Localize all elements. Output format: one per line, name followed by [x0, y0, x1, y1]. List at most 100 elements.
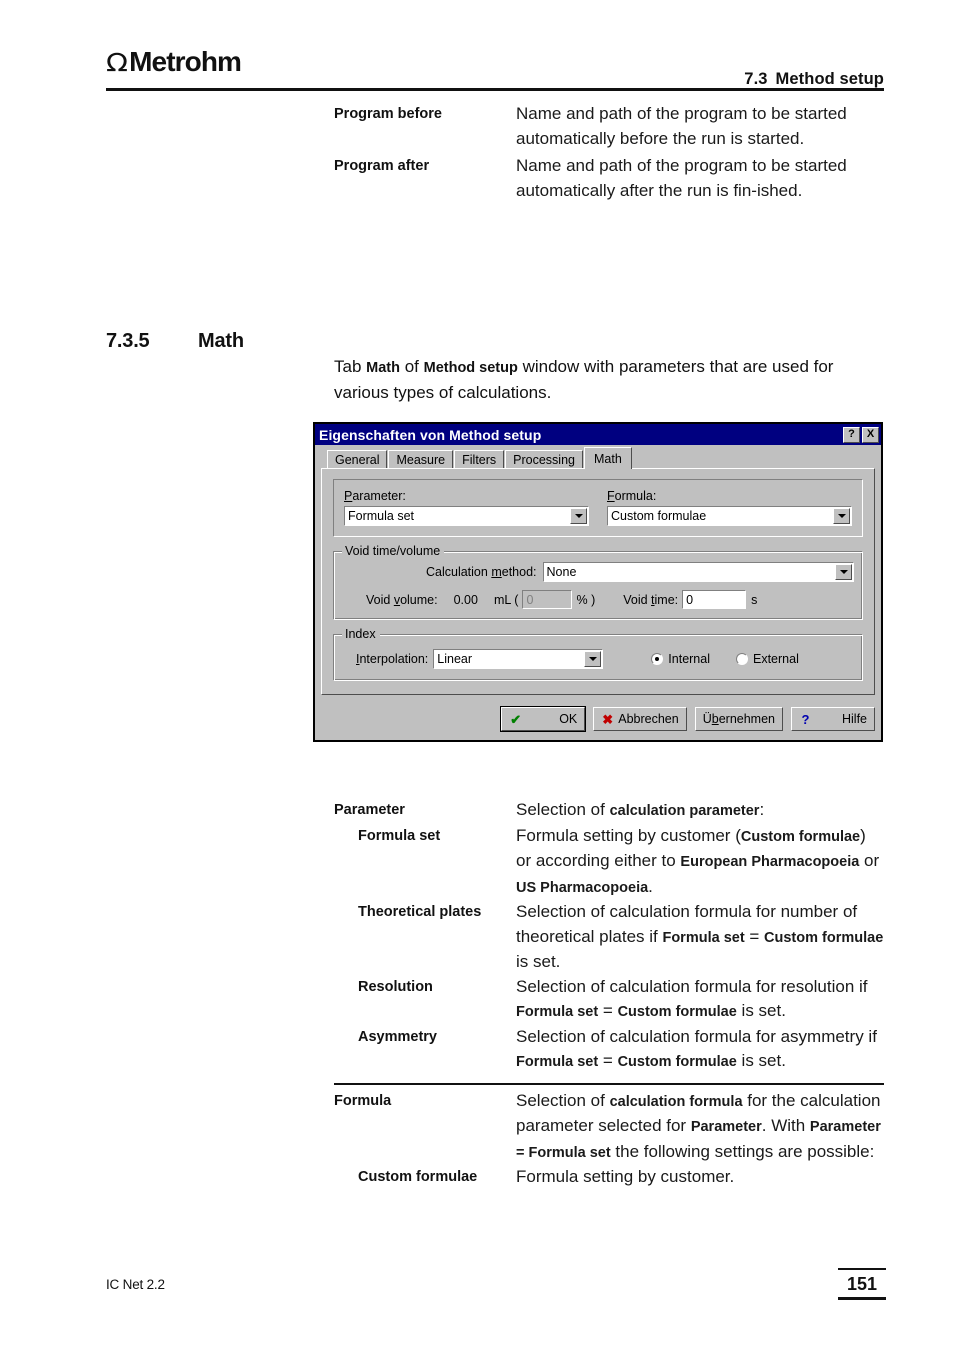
description-text: or [859, 851, 880, 870]
radio-external-indicator[interactable] [736, 653, 748, 665]
section-intro-paragraph: Tab Math of Method setup window with par… [334, 355, 884, 405]
definition-row: Formula set Formula setting by customer (… [334, 824, 884, 901]
running-head: 7.3 Method setup [744, 70, 884, 89]
help-button-label: Hilfe [841, 712, 867, 726]
help-button[interactable]: ? Hilfe [791, 707, 875, 731]
definition-description: Name and path of the program to be start… [516, 156, 847, 200]
radio-external[interactable]: External [736, 652, 799, 666]
cancel-button-label: Abbrechen [618, 712, 679, 726]
definition-row: Theoretical plates Selection of calculati… [334, 900, 884, 975]
index-group-legend: Index [342, 627, 380, 641]
close-icon[interactable]: X [862, 426, 879, 443]
chevron-down-icon[interactable] [835, 564, 852, 580]
void-time-label-b: ime: [654, 592, 679, 607]
page-number-rule-top [838, 1268, 886, 1270]
radio-internal-indicator[interactable] [651, 653, 664, 665]
description-emphasis: Custom formulae [740, 828, 861, 845]
description-text: Selection of [516, 800, 610, 819]
page-number-block: 151 [838, 1268, 886, 1300]
table-divider [334, 1082, 884, 1085]
question-icon: ? [801, 711, 810, 727]
check-icon: ✔ [510, 711, 522, 727]
intro-emphasis-math: Math [366, 360, 400, 376]
definition-description: Selection of calculation formula for num… [516, 900, 884, 975]
definition-description: Selection of calculation formula for the… [516, 1089, 884, 1166]
program-definitions: Program before Name and path of the prog… [334, 102, 884, 203]
definition-term: Formula [334, 1092, 392, 1109]
parameter-label-text: arameter: [352, 489, 406, 503]
definition-description: Formula setting by customer (Custom form… [516, 824, 884, 901]
formula-label-text: ormula: [614, 489, 657, 503]
definition-term: Parameter [334, 802, 405, 818]
parameter-combobox[interactable]: Formula set [344, 506, 589, 526]
description-emphasis: Formula set [516, 1054, 599, 1070]
chevron-down-icon[interactable] [833, 508, 850, 524]
void-volume-label-b: olume: [400, 592, 438, 607]
description-text: Formula setting by customer. [516, 1167, 735, 1186]
apply-label-a: Ü [702, 712, 712, 726]
tab-math[interactable]: Math [584, 447, 632, 469]
section-title: Math [198, 330, 244, 352]
apply-button-label: Übernehmen [703, 712, 775, 726]
metrohm-logo: Ω Metrohm [106, 46, 242, 77]
calc-method-label-b: ethod: [501, 565, 537, 579]
dialog-button-bar: ✔ OK ✖ Abbrechen Übernehmen ? Hilfe [315, 701, 881, 740]
formula-label: Formula: [607, 489, 852, 503]
dialog-title: Eigenschaften von Method setup [319, 426, 542, 443]
description-text: is set. [736, 1051, 786, 1070]
calculation-method-value: None [546, 565, 577, 579]
reference-rows-primary: Parameter Selection of calculation parame… [334, 798, 884, 1075]
method-setup-dialog: Eigenschaften von Method setup ? X Gener… [313, 422, 883, 742]
formula-value: Custom formulae [611, 509, 707, 523]
tab-general[interactable]: General [327, 450, 388, 468]
definition-row: Formula Selection of calculation formula … [334, 1089, 884, 1166]
void-time-input[interactable]: 0 [682, 590, 747, 609]
dialog-titlebar[interactable]: Eigenschaften von Method setup ? X [315, 424, 881, 445]
definition-description: Formula setting by customer. [516, 1165, 884, 1190]
radio-internal[interactable]: Internal [651, 652, 710, 666]
description-text: . With [761, 1116, 810, 1135]
void-time-volume-group: Void time/volume Calculation method: Non… [333, 544, 863, 620]
void-volume-value: 0.00 [453, 592, 478, 607]
tab-filters[interactable]: Filters [454, 450, 505, 468]
formula-combobox[interactable]: Custom formulae [607, 506, 852, 526]
logo-wordmark: Metrohm [129, 46, 242, 77]
definition-term: Theoretical plates [358, 904, 482, 920]
apply-label-b: ernehmen [718, 712, 775, 726]
help-titlebar-button[interactable]: ? [843, 426, 860, 443]
apply-button[interactable]: Übernehmen [694, 707, 783, 731]
definition-term: Formula set [358, 827, 441, 844]
chevron-down-icon[interactable] [570, 508, 587, 524]
radio-external-label: External [753, 652, 799, 666]
definition-row: Program after Name and path of the progr… [334, 154, 884, 203]
intro-text: of [399, 357, 424, 376]
interpolation-label-text: nterpolation: [359, 652, 429, 666]
definition-description: Name and path of the program to be start… [516, 104, 847, 148]
void-volume-label-a: Void [366, 592, 394, 607]
running-head-title: Method setup [775, 70, 884, 88]
chevron-down-icon[interactable] [584, 651, 602, 667]
interpolation-combobox[interactable]: Linear [433, 649, 604, 669]
cross-icon: ✖ [602, 711, 614, 727]
cancel-button[interactable]: ✖ Abbrechen [593, 707, 687, 731]
definition-description: Selection of calculation parameter: [516, 798, 884, 824]
calculation-method-combobox[interactable]: None [542, 562, 854, 582]
definition-term: Program before [334, 106, 442, 122]
void-volume-percent-unit: % ) [576, 592, 596, 607]
tab-measure[interactable]: Measure [388, 450, 454, 468]
description-text: is set. [516, 952, 561, 971]
description-text: = [598, 1051, 618, 1070]
reference-rows-secondary: Formula Selection of calculation formula … [334, 1089, 884, 1190]
definition-term: Resolution [358, 978, 433, 995]
ok-button[interactable]: ✔ OK [500, 706, 587, 732]
section-number: 7.3.5 [106, 330, 150, 352]
running-head-number: 7.3 [744, 70, 768, 88]
intro-text: Tab [334, 357, 367, 376]
radio-internal-label: Internal [668, 652, 710, 666]
math-tab-panel: Parameter: Formula set Formula: Custom f… [321, 468, 875, 695]
description-text: : [759, 800, 765, 819]
void-volume-percent-input[interactable]: 0 [522, 590, 573, 609]
description-text: is set. [736, 1001, 786, 1020]
description-text: Selection of [516, 1090, 610, 1110]
tab-processing[interactable]: Processing [505, 450, 583, 468]
